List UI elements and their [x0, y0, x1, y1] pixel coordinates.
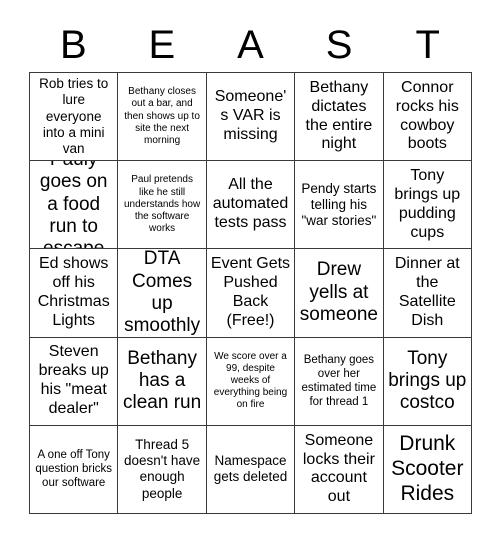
bingo-cell-r3c2[interactable]: DTA Comes up smoothly	[118, 249, 207, 338]
bingo-cell-text: Paul pretends like he still understands …	[124, 174, 201, 235]
bingo-cell-r4c4[interactable]: Bethany goes over her estimated time for…	[295, 337, 384, 426]
bingo-cell-r2c1[interactable]: Pauly goes on a food run to escape	[30, 161, 119, 250]
bingo-cell-r3c4[interactable]: Drew yells at someone	[295, 249, 384, 338]
bingo-cell-r5c1[interactable]: A one off Tony question bricks our softw…	[30, 425, 119, 514]
bingo-cell-text: Tony brings up pudding cups	[394, 167, 461, 241]
header-letter-t: T	[415, 23, 440, 67]
bingo-cell-r5c2[interactable]: Thread 5 doesn't have enough people	[118, 425, 207, 514]
bingo-cell-r1c1[interactable]: Rob tries to lure everyone into a mini v…	[30, 73, 119, 162]
bingo-grid: Rob tries to lure everyone into a mini v…	[29, 72, 472, 514]
bingo-cell-text: Namespace gets deleted	[213, 453, 288, 485]
bingo-cell-r1c4[interactable]: Bethany dictates the entire night	[295, 73, 384, 162]
bingo-cell-r1c5[interactable]: Connor rocks his cowboy boots	[383, 73, 472, 162]
bingo-cell-text: Ed shows off his Christmas Lights	[37, 255, 110, 329]
bingo-cell-r3c1[interactable]: Ed shows off his Christmas Lights	[30, 249, 119, 338]
bingo-cell-r5c4[interactable]: Someone locks their account out	[295, 425, 384, 514]
bingo-cell-r2c3[interactable]: All the automated tests pass	[206, 161, 296, 250]
bingo-cell-text: DTA Comes up smoothly	[124, 249, 201, 337]
bingo-cell-r4c3[interactable]: We score over a 99, despite weeks of eve…	[206, 337, 296, 426]
bingo-cell-text: Rob tries to lure everyone into a mini v…	[39, 76, 109, 156]
bingo-cell-text: Tony brings up costco	[388, 347, 467, 414]
bingo-cell-text: Someone's VAR is missing	[214, 88, 287, 144]
bingo-cell-text: Drew yells at someone	[299, 259, 378, 326]
bingo-cell-text: Event Gets Pushed Back (Free!)	[210, 255, 291, 329]
bingo-cell-text: Drunk Scooter Rides	[391, 432, 464, 505]
bingo-cell-text: Someone locks their account out	[302, 431, 375, 506]
bingo-cell-text: Bethany has a clean run	[123, 347, 202, 414]
bingo-cell-r4c1[interactable]: Steven breaks up his "meat dealer"	[30, 337, 119, 426]
bingo-cell-r5c3[interactable]: Namespace gets deleted	[206, 425, 296, 514]
bingo-cell-r3c5[interactable]: Dinner at the Satellite Dish	[383, 249, 472, 338]
bingo-cell-text: Pauly goes on a food run to escape	[39, 161, 108, 250]
bingo-cell-text: All the automated tests pass	[212, 176, 289, 232]
bingo-card: B E A S T Rob tries to lure everyone int…	[0, 0, 500, 544]
bingo-cell-text: Steven breaks up his "meat dealer"	[38, 343, 109, 418]
bingo-cell-text: Connor rocks his cowboy boots	[395, 78, 459, 153]
bingo-cell-r5c5[interactable]: Drunk Scooter Rides	[383, 425, 472, 514]
bingo-cell-text: We score over a 99, despite weeks of eve…	[213, 350, 288, 411]
bingo-cell-text: Pendy starts telling his "war stories"	[301, 180, 377, 228]
bingo-cell-text: Bethany closes out a bar, and then shows…	[124, 86, 200, 146]
header-letter-b: B	[59, 23, 87, 67]
header-letter-s: S	[325, 23, 353, 67]
bingo-cell-text: Dinner at the Satellite Dish	[394, 255, 460, 329]
bingo-cell-text: A one off Tony question bricks our softw…	[35, 449, 113, 490]
header-letter-e: E	[148, 23, 176, 67]
bingo-cell-r4c5[interactable]: Tony brings up costco	[383, 337, 472, 426]
bingo-cell-text: Thread 5 doesn't have enough people	[124, 437, 201, 501]
bingo-cell-r3c3[interactable]: Event Gets Pushed Back (Free!)	[206, 249, 296, 338]
bingo-header-letters: B E A S T	[29, 18, 472, 72]
bingo-cell-r1c3[interactable]: Someone's VAR is missing	[206, 73, 296, 162]
bingo-cell-r1c2[interactable]: Bethany closes out a bar, and then shows…	[118, 73, 207, 162]
bingo-cell-r2c2[interactable]: Paul pretends like he still understands …	[118, 161, 207, 250]
bingo-cell-r2c4[interactable]: Pendy starts telling his "war stories"	[295, 161, 384, 250]
bingo-cell-r4c2[interactable]: Bethany has a clean run	[118, 337, 207, 426]
bingo-cell-text: Bethany dictates the entire night	[305, 78, 373, 153]
header-letter-a: A	[237, 23, 264, 67]
bingo-cell-r2c5[interactable]: Tony brings up pudding cups	[383, 161, 472, 250]
bingo-cell-text: Bethany goes over her estimated time for…	[301, 354, 377, 409]
